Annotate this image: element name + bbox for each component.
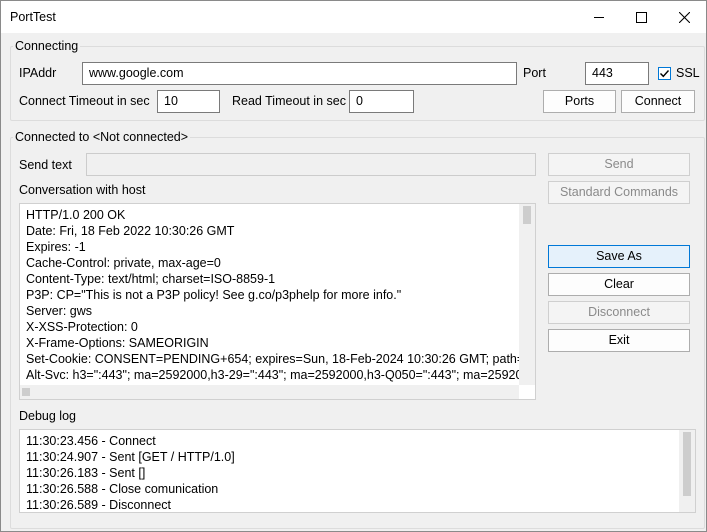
conversation-text: HTTP/1.0 200 OK Date: Fri, 18 Feb 2022 10… (26, 207, 524, 388)
text-line: Set-Cookie: CONSENT=PENDING+654; expires… (26, 352, 524, 366)
ports-button[interactable]: Ports (543, 90, 616, 113)
standard-commands-button[interactable]: Standard Commands (548, 181, 690, 204)
text-line: 11:30:26.588 - Close comunication (26, 482, 219, 496)
checkmark-icon (660, 70, 670, 78)
text-line: 11:30:23.456 - Connect (26, 434, 156, 448)
text-line: Expires: -1 (26, 240, 86, 254)
read-timeout-label: Read Timeout in sec (232, 94, 346, 108)
port-input[interactable]: 443 (585, 62, 649, 85)
title-bar: PortTest (1, 1, 706, 33)
connecting-legend: Connecting (15, 39, 79, 53)
text-line: HTTP/1.0 200 OK (26, 208, 126, 222)
text-line: Date: Fri, 18 Feb 2022 10:30:26 GMT (26, 224, 235, 238)
ssl-checkbox[interactable] (658, 67, 671, 80)
text-line: 11:30:26.589 - Disconnect (26, 498, 172, 512)
read-timeout-input[interactable]: 0 (349, 90, 414, 113)
connected-legend: Connected to <Not connected> (15, 130, 189, 144)
ipaddr-label: IPAddr (19, 66, 57, 80)
send-text-input[interactable] (86, 153, 536, 176)
conversation-horizontal-scrollbar[interactable] (20, 385, 519, 399)
ipaddr-input[interactable]: www.google.com (82, 62, 517, 85)
main-window: PortTest Connecting IPAddr www.google.co… (0, 0, 707, 532)
connect-button[interactable]: Connect (621, 90, 695, 113)
close-icon (678, 11, 690, 23)
clear-button[interactable]: Clear (548, 273, 690, 296)
debug-vertical-scrollbar[interactable] (679, 430, 695, 512)
connect-timeout-input[interactable]: 10 (157, 90, 220, 113)
send-text-label: Send text (19, 158, 72, 172)
debug-log-text: 11:30:23.456 - Connect 11:30:24.907 - Sen… (26, 433, 676, 512)
save-as-button[interactable]: Save As (548, 245, 690, 268)
text-line: 11:30:24.907 - Sent [GET / HTTP/1.0] (26, 450, 235, 464)
port-label: Port (523, 66, 546, 80)
maximize-icon (635, 11, 647, 23)
minimize-icon (593, 16, 604, 18)
exit-button[interactable]: Exit (548, 329, 690, 352)
debug-log-label: Debug log (19, 409, 76, 423)
text-line: P3P: CP="This is not a P3P policy! See g… (26, 288, 402, 302)
conversation-memo[interactable]: HTTP/1.0 200 OK Date: Fri, 18 Feb 2022 10… (19, 203, 536, 400)
conversation-vertical-scrollbar[interactable] (519, 204, 535, 385)
text-line: Content-Type: text/html; charset=ISO-885… (26, 272, 276, 286)
text-line: Cache-Control: private, max-age=0 (26, 256, 221, 270)
conversation-hscroll-thumb[interactable] (22, 388, 30, 396)
window-title: PortTest (10, 10, 56, 24)
text-line: Alt-Svc: h3=":443"; ma=2592000,h3-29=":4… (26, 368, 524, 382)
minimize-button[interactable] (576, 1, 622, 33)
disconnect-button[interactable]: Disconnect (548, 301, 690, 324)
close-button[interactable] (661, 1, 707, 33)
debug-log-memo[interactable]: 11:30:23.456 - Connect 11:30:24.907 - Sen… (19, 429, 696, 513)
conversation-label: Conversation with host (19, 183, 146, 197)
text-line: 11:30:26.183 - Sent [] (26, 466, 146, 480)
debug-scroll-thumb[interactable] (683, 432, 691, 496)
text-line: X-Frame-Options: SAMEORIGIN (26, 336, 209, 350)
conversation-scroll-thumb[interactable] (523, 206, 531, 224)
text-line: Server: gws (26, 304, 92, 318)
send-button[interactable]: Send (548, 153, 690, 176)
maximize-button[interactable] (618, 1, 664, 33)
connect-timeout-label: Connect Timeout in sec (19, 94, 150, 108)
ssl-label: SSL (676, 66, 700, 80)
text-line: X-XSS-Protection: 0 (26, 320, 138, 334)
